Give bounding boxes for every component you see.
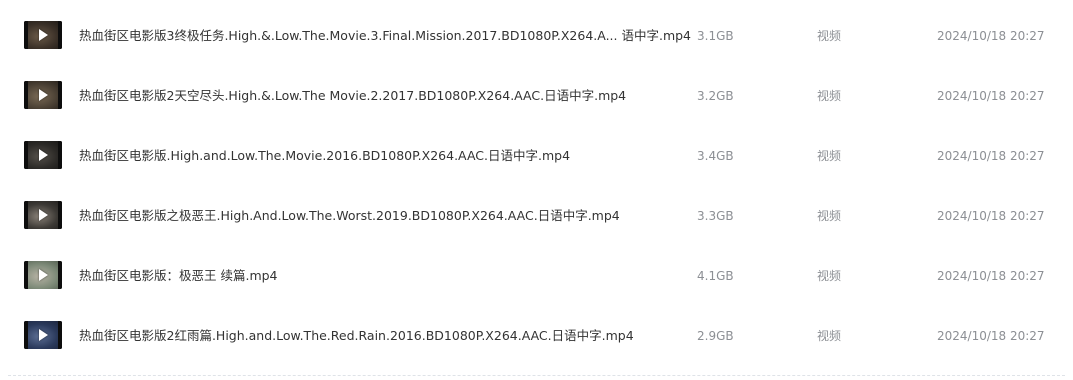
play-icon	[39, 29, 48, 41]
file-name[interactable]: 热血街区电影版.High.and.Low.The.Movie.2016.BD10…	[79, 148, 570, 164]
film-edge-right	[58, 201, 62, 229]
file-row[interactable]: 热血街区电影版：极恶王 续篇.mp4 4.1GB 视频 2024/10/18 20:2…	[0, 246, 1073, 306]
file-type: 视频	[817, 29, 842, 43]
play-icon	[39, 329, 48, 341]
video-thumbnail[interactable]	[24, 321, 62, 349]
play-icon	[39, 89, 48, 101]
film-edge-right	[58, 261, 62, 289]
film-edge-left	[24, 261, 28, 289]
file-type: 视频	[817, 149, 842, 163]
file-size: 2.9GB	[697, 329, 734, 343]
file-list: 热血街区电影版3终极任务.High.&.Low.The.Movie.3.Fina…	[0, 6, 1073, 366]
film-edge-right	[58, 141, 62, 169]
film-edge-left	[24, 321, 28, 349]
file-row[interactable]: 热血街区电影版2红雨篇.High.and.Low.The.Red.Rain.20…	[0, 306, 1073, 366]
file-modified-date: 2024/10/18 20:27	[937, 329, 1045, 343]
file-name[interactable]: 热血街区电影版：极恶王 续篇.mp4	[79, 268, 278, 284]
file-type: 视频	[817, 89, 842, 103]
file-name[interactable]: 热血街区电影版2天空尽头.High.&.Low.The Movie.2.2017…	[79, 88, 626, 104]
file-row[interactable]: 热血街区电影版2天空尽头.High.&.Low.The Movie.2.2017…	[0, 66, 1073, 126]
file-modified-date: 2024/10/18 20:27	[937, 89, 1045, 103]
file-name[interactable]: 热血街区电影版之极恶王.High.And.Low.The.Worst.2019.…	[79, 208, 620, 224]
film-edge-right	[58, 321, 62, 349]
file-modified-date: 2024/10/18 20:27	[937, 29, 1045, 43]
file-type: 视频	[817, 209, 842, 223]
file-modified-date: 2024/10/18 20:27	[937, 209, 1045, 223]
file-row[interactable]: 热血街区电影版之极恶王.High.And.Low.The.Worst.2019.…	[0, 186, 1073, 246]
file-modified-date: 2024/10/18 20:27	[937, 269, 1045, 283]
film-edge-right	[58, 21, 62, 49]
film-edge-left	[24, 81, 28, 109]
play-icon	[39, 209, 48, 221]
file-size: 3.2GB	[697, 89, 734, 103]
video-thumbnail[interactable]	[24, 261, 62, 289]
video-thumbnail[interactable]	[24, 201, 62, 229]
file-modified-date: 2024/10/18 20:27	[937, 149, 1045, 163]
file-row[interactable]: 热血街区电影版3终极任务.High.&.Low.The.Movie.3.Fina…	[0, 6, 1073, 66]
list-bottom-divider	[8, 375, 1065, 376]
film-edge-left	[24, 21, 28, 49]
play-icon	[39, 269, 48, 281]
video-thumbnail[interactable]	[24, 21, 62, 49]
file-size: 3.3GB	[697, 209, 734, 223]
film-edge-left	[24, 141, 28, 169]
file-row[interactable]: 热血街区电影版.High.and.Low.The.Movie.2016.BD10…	[0, 126, 1073, 186]
video-thumbnail[interactable]	[24, 141, 62, 169]
file-name[interactable]: 热血街区电影版3终极任务.High.&.Low.The.Movie.3.Fina…	[79, 28, 691, 44]
file-type: 视频	[817, 329, 842, 343]
film-edge-left	[24, 201, 28, 229]
file-type: 视频	[817, 269, 842, 283]
play-icon	[39, 149, 48, 161]
film-edge-right	[58, 81, 62, 109]
file-size: 3.1GB	[697, 29, 734, 43]
video-thumbnail[interactable]	[24, 81, 62, 109]
file-size: 3.4GB	[697, 149, 734, 163]
file-name[interactable]: 热血街区电影版2红雨篇.High.and.Low.The.Red.Rain.20…	[79, 328, 634, 344]
file-size: 4.1GB	[697, 269, 734, 283]
